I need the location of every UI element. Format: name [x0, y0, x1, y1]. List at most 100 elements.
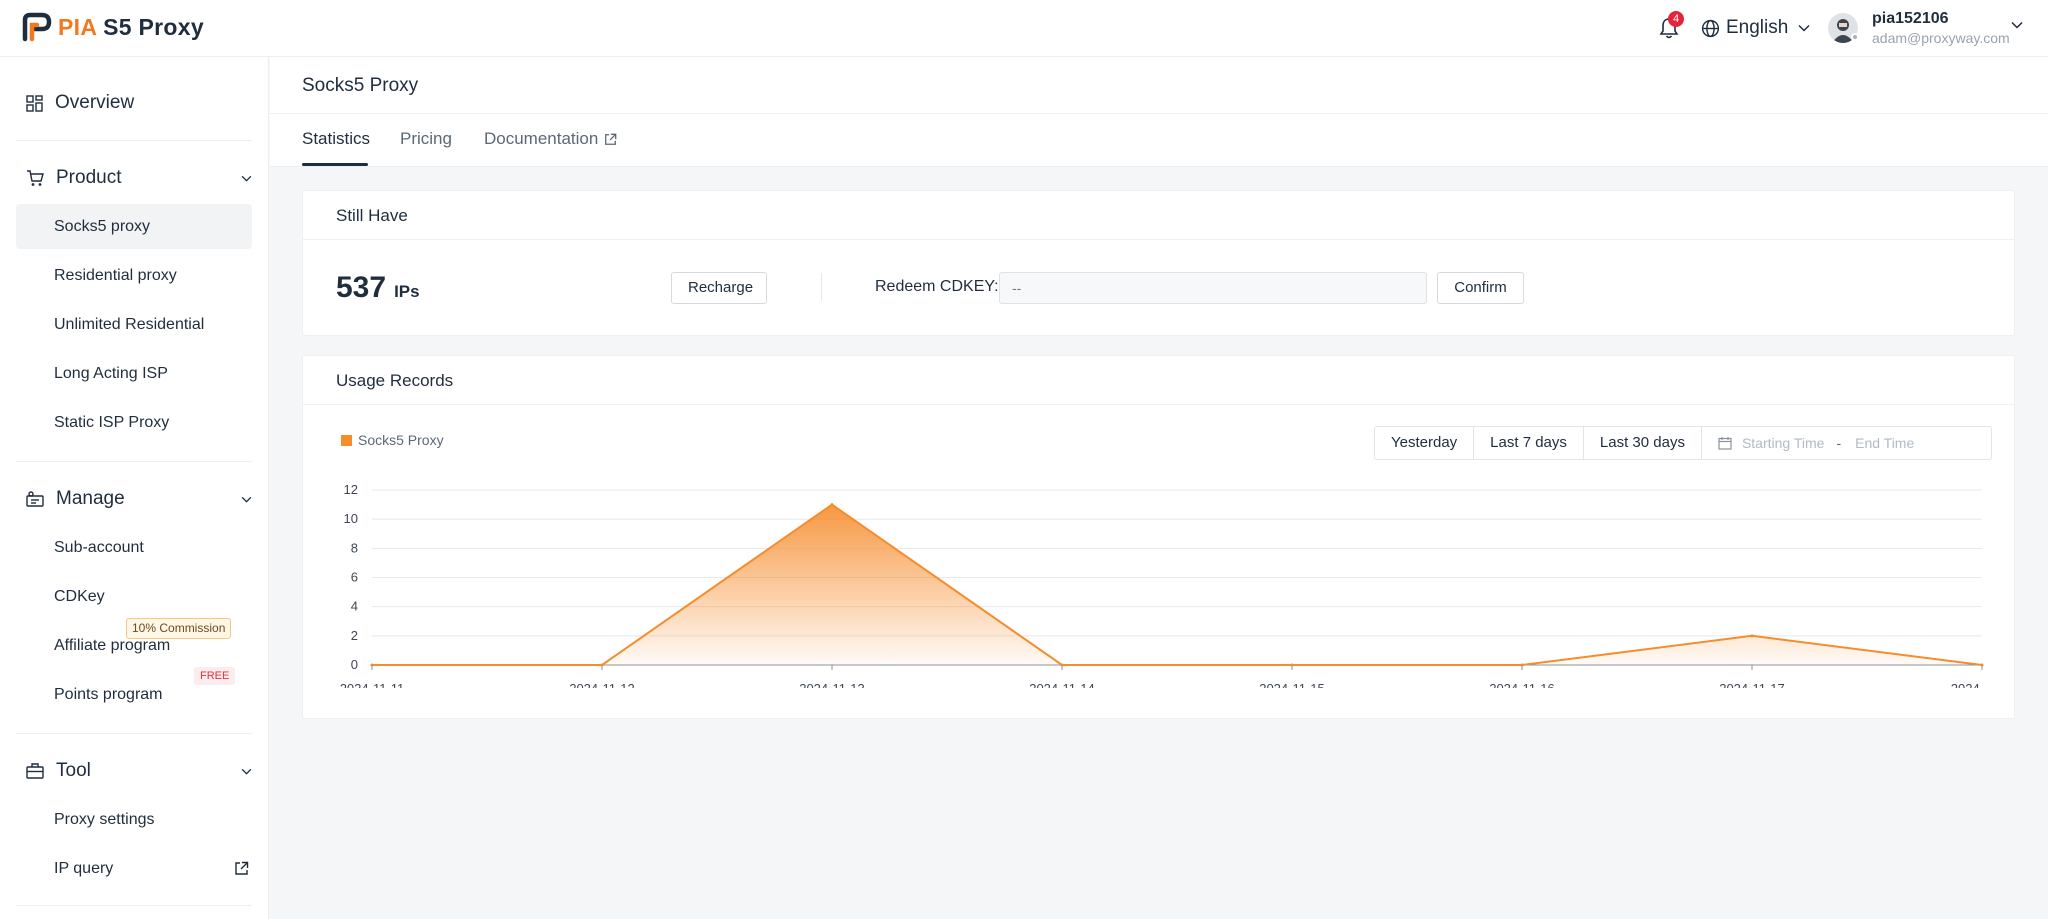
recharge-button[interactable]: Recharge	[671, 272, 767, 304]
redeem-label: Redeem CDKEY:	[875, 278, 999, 295]
usage-records-card: Usage Records Socks5 Proxy Yesterday Las…	[302, 355, 2015, 719]
free-badge: FREE	[194, 667, 236, 685]
chevron-down-icon	[241, 175, 252, 182]
confirm-button[interactable]: Confirm	[1437, 272, 1524, 304]
series-area	[372, 504, 1982, 665]
y-tick-label: 10	[344, 511, 358, 526]
sidebar: Overview Product Socks5 proxy Residentia…	[0, 57, 269, 919]
sidebar-item-long-acting-isp[interactable]: Long Acting ISP	[16, 351, 252, 396]
chevron-down-icon	[241, 496, 252, 503]
date-range-input[interactable]: Starting Time - End Time	[1702, 427, 1991, 459]
card-title: Still Have	[336, 206, 408, 225]
ip-unit: IPs	[394, 282, 420, 301]
ip-balance: 537 IPs	[336, 271, 420, 305]
divider	[16, 461, 252, 462]
language-selector[interactable]: English	[1701, 17, 1816, 39]
globe-icon	[1701, 19, 1720, 37]
brand-rest: S5 Proxy	[103, 13, 204, 40]
y-tick-label: 8	[351, 540, 358, 555]
external-link-icon[interactable]	[234, 861, 249, 876]
range-last-30-days-button[interactable]: Last 30 days	[1584, 427, 1702, 459]
cdkey-input[interactable]	[999, 272, 1427, 304]
toolbox-icon	[26, 763, 44, 779]
range-last-7-days-button[interactable]: Last 7 days	[1474, 427, 1584, 459]
legend-swatch	[341, 434, 352, 446]
notification-badge: 4	[1668, 11, 1684, 27]
brand-logo[interactable]: PIA S5 Proxy	[22, 12, 204, 42]
top-bar: PIA S5 Proxy 4 English pia152106 adam@pr…	[0, 0, 2048, 57]
y-tick-label: 2	[351, 628, 358, 643]
divider	[270, 113, 2048, 114]
start-time-placeholder: Starting Time	[1741, 435, 1825, 451]
sidebar-item-cdkey[interactable]: CDKey	[16, 574, 252, 619]
sidebar-item-overview[interactable]: Overview	[26, 92, 134, 114]
sidebar-group-manage[interactable]: Manage	[26, 488, 252, 510]
chevron-down-icon	[241, 768, 252, 775]
y-tick-label: 12	[344, 482, 358, 497]
tab-documentation[interactable]: Documentation	[484, 129, 617, 149]
x-tick-label: 2024-	[1951, 681, 1984, 688]
x-tick-label: 2024-11-14	[1029, 681, 1095, 688]
brand-name: PIA S5 Proxy	[58, 14, 204, 41]
still-have-card: Still Have 537 IPs Recharge Redeem CDKEY…	[302, 190, 2015, 336]
divider	[16, 140, 252, 141]
language-label: English	[1726, 17, 1789, 38]
sidebar-group-label: Product	[56, 167, 122, 188]
tab-statistics[interactable]: Statistics	[302, 129, 370, 149]
logo-icon	[22, 12, 52, 42]
legend-label: Socks5 Proxy	[358, 432, 444, 448]
date-range-picker: Yesterday Last 7 days Last 30 days Start…	[1374, 426, 1992, 460]
divider	[16, 733, 252, 734]
data-point	[1750, 634, 1754, 638]
sidebar-item-socks5-proxy[interactable]: Socks5 proxy	[16, 204, 252, 249]
calendar-icon	[1718, 437, 1732, 450]
tab-pricing[interactable]: Pricing	[400, 129, 452, 149]
external-link-icon	[605, 133, 617, 145]
sidebar-item-sub-account[interactable]: Sub-account	[16, 525, 252, 570]
data-point	[830, 503, 834, 507]
user-menu[interactable]: pia152106 adam@proxyway.com	[1828, 10, 2010, 47]
x-tick-label: 2024-11-12	[569, 681, 635, 688]
x-tick-label: 2024-11-16	[1489, 681, 1555, 688]
y-tick-label: 6	[351, 570, 358, 585]
sidebar-group-label: Tool	[56, 760, 91, 781]
x-tick-label: 2024-11-15	[1259, 681, 1325, 688]
x-tick-label: 2024-11-17	[1719, 681, 1785, 688]
divider	[303, 404, 2014, 405]
card-title: Usage Records	[336, 371, 454, 390]
manage-icon	[26, 491, 44, 507]
sidebar-item-ip-query[interactable]: IP query	[16, 846, 252, 891]
chevron-down-icon	[1798, 24, 1810, 32]
user-name: pia152106	[1872, 10, 1949, 27]
end-time-placeholder: End Time	[1855, 435, 1915, 451]
sidebar-group-tool[interactable]: Tool	[26, 760, 252, 782]
sidebar-item-unlimited-residential[interactable]: Unlimited Residential	[16, 302, 252, 347]
date-separator: -	[1836, 435, 1842, 451]
x-tick-label: 2024-11-13	[799, 681, 865, 688]
x-tick-label: 2024-11-11	[340, 681, 405, 688]
divider	[821, 273, 822, 301]
range-yesterday-button[interactable]: Yesterday	[1375, 427, 1475, 459]
active-tab-indicator	[302, 163, 368, 166]
sidebar-item-static-isp-proxy[interactable]: Static ISP Proxy	[16, 400, 252, 445]
dashboard-icon	[26, 94, 43, 112]
sidebar-item-residential-proxy[interactable]: Residential proxy	[16, 253, 252, 298]
page-header: Socks5 Proxy Statistics Pricing Document…	[270, 57, 2048, 167]
divider	[303, 239, 2014, 240]
online-status-dot	[1851, 33, 1859, 41]
sidebar-group-product[interactable]: Product	[26, 167, 252, 189]
ip-count: 537	[336, 271, 387, 304]
chart-legend[interactable]: Socks5 Proxy	[341, 432, 444, 448]
sidebar-group-label: Manage	[56, 488, 125, 509]
commission-badge: 10% Commission	[126, 618, 232, 639]
usage-area-chart: 0 2 4 6 8 10 12 2024-11-11 2024-11-12 2024-11-13 2…	[340, 482, 1984, 688]
sidebar-item-label: Overview	[55, 92, 135, 113]
sidebar-item-proxy-settings[interactable]: Proxy settings	[16, 797, 252, 842]
user-email: adam@proxyway.com	[1872, 30, 2010, 46]
chevron-down-icon[interactable]	[2011, 21, 2023, 29]
y-tick-label: 0	[351, 657, 358, 672]
cart-icon	[27, 170, 44, 186]
brand-pia: PIA	[58, 13, 97, 40]
y-tick-label: 4	[351, 599, 358, 614]
tab-label: Documentation	[484, 129, 599, 148]
